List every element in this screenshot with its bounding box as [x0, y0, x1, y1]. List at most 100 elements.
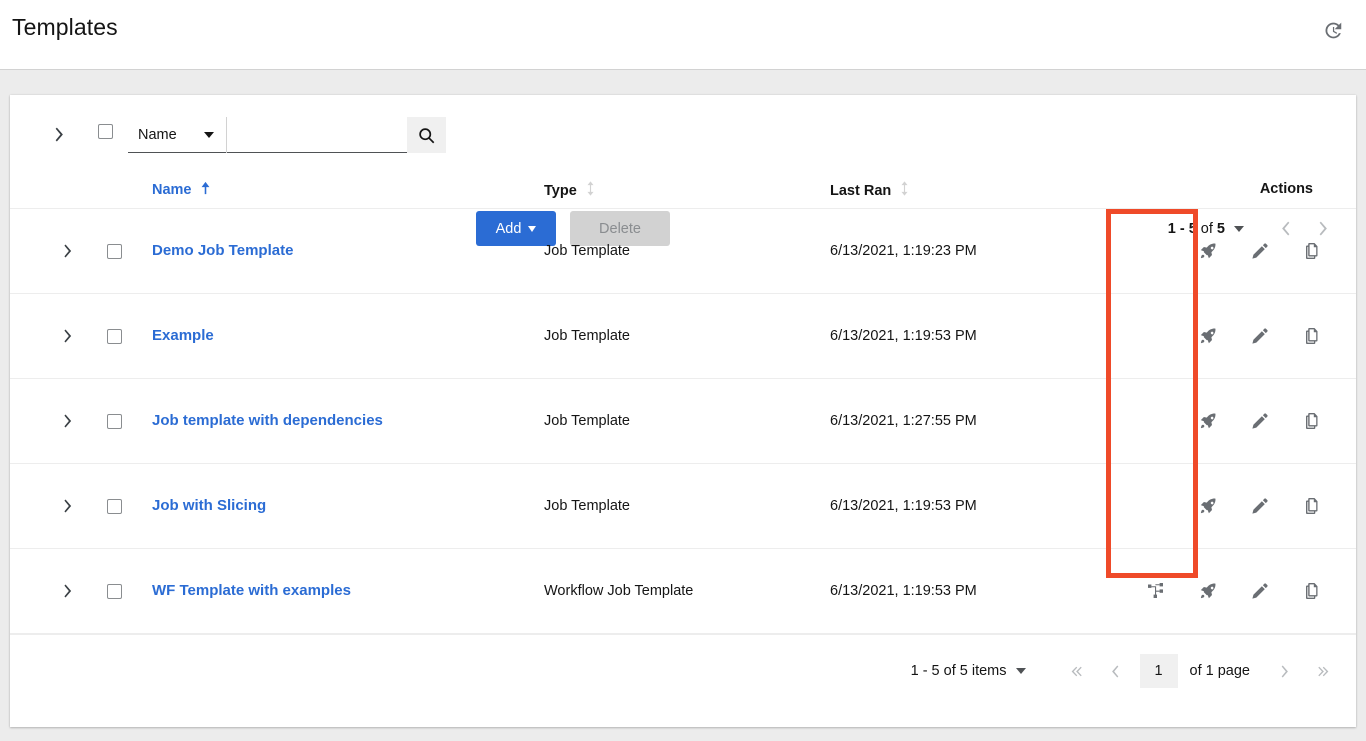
- row-actions: [1182, 490, 1338, 522]
- angle-double-right-icon: [1317, 665, 1330, 678]
- filter-type-select[interactable]: Name: [128, 117, 226, 153]
- pencil-icon: [1252, 498, 1268, 514]
- sort-both-icon: [900, 181, 909, 200]
- column-header-last-ran-label: Last Ran: [830, 183, 891, 199]
- row-select-checkbox[interactable]: [107, 329, 122, 344]
- template-type: Job Template: [544, 498, 630, 514]
- template-last-ran: 6/13/2021, 1:19:23 PM: [830, 243, 977, 259]
- column-header-actions: Actions: [1260, 181, 1313, 197]
- search-input[interactable]: [227, 117, 407, 153]
- workflow-visualizer-button[interactable]: [1130, 575, 1182, 607]
- search-icon: [418, 127, 435, 144]
- edit-template-button[interactable]: [1234, 490, 1286, 522]
- copy-icon: [1304, 413, 1320, 429]
- bottom-pagination-prev-button[interactable]: [1096, 654, 1134, 688]
- bottom-pagination: 1 - 5 of 5 items of 1 page: [10, 634, 1356, 707]
- launch-template-button[interactable]: [1182, 235, 1234, 267]
- rocket-icon: [1200, 498, 1216, 514]
- expand-all-icon[interactable]: [40, 115, 78, 153]
- edit-template-button[interactable]: [1234, 575, 1286, 607]
- table-row: Job template with dependencies Job Templ…: [10, 379, 1356, 464]
- row-expand-toggle[interactable]: [56, 409, 80, 433]
- template-type: Job Template: [544, 328, 630, 344]
- copy-icon: [1304, 243, 1320, 259]
- angle-double-left-icon: [1070, 665, 1083, 678]
- column-header-actions-label: Actions: [1260, 181, 1313, 197]
- bottom-pagination-last-button[interactable]: [1304, 654, 1342, 688]
- copy-template-button[interactable]: [1286, 235, 1338, 267]
- chevron-right-icon: [62, 499, 74, 513]
- row-actions: [1182, 405, 1338, 437]
- edit-template-button[interactable]: [1234, 235, 1286, 267]
- copy-template-button[interactable]: [1286, 320, 1338, 352]
- template-last-ran: 6/13/2021, 1:19:53 PM: [830, 583, 977, 599]
- angle-left-icon: [1110, 665, 1120, 678]
- table-row: Example Job Template 6/13/2021, 1:19:53 …: [10, 294, 1356, 379]
- filter-type-label: Name: [138, 127, 177, 143]
- copy-template-button[interactable]: [1286, 490, 1338, 522]
- row-actions: [1182, 235, 1338, 267]
- row-expand-toggle[interactable]: [56, 324, 80, 348]
- template-name-link[interactable]: WF Template with examples: [152, 582, 351, 599]
- row-actions: [1130, 575, 1338, 607]
- copy-icon: [1304, 583, 1320, 599]
- bottom-pagination-items-label: 1 - 5 of 5 items: [911, 663, 1007, 679]
- bottom-pagination-first-button[interactable]: [1058, 654, 1096, 688]
- filter-group: Name: [128, 117, 446, 153]
- pencil-icon: [1252, 413, 1268, 429]
- angle-right-icon: [1280, 665, 1290, 678]
- column-header-last-ran[interactable]: Last Ran: [830, 181, 909, 200]
- column-header-type-label: Type: [544, 183, 577, 199]
- edit-template-button[interactable]: [1234, 405, 1286, 437]
- template-name-link[interactable]: Example: [152, 327, 214, 344]
- row-select-checkbox[interactable]: [107, 584, 122, 599]
- column-header-name-label: Name: [152, 182, 192, 198]
- template-name-link[interactable]: Job with Slicing: [152, 497, 266, 514]
- templates-card: Name Add Delete 1 - 5 of 5: [10, 95, 1356, 727]
- column-header-type[interactable]: Type: [544, 181, 595, 200]
- launch-template-button[interactable]: [1182, 320, 1234, 352]
- bottom-pagination-total-pages: of 1 page: [1190, 663, 1250, 679]
- rocket-icon: [1200, 413, 1216, 429]
- column-header-name[interactable]: Name: [152, 181, 210, 199]
- row-expand-toggle[interactable]: [56, 239, 80, 263]
- copy-template-button[interactable]: [1286, 575, 1338, 607]
- chevron-right-icon: [62, 329, 74, 343]
- launch-template-button[interactable]: [1182, 405, 1234, 437]
- history-icon[interactable]: [1316, 14, 1348, 46]
- launch-template-button[interactable]: [1182, 490, 1234, 522]
- template-type: Job Template: [544, 243, 630, 259]
- row-select-checkbox[interactable]: [107, 244, 122, 259]
- bottom-pagination-page-input[interactable]: [1140, 654, 1178, 688]
- select-all-checkbox[interactable]: [98, 124, 113, 139]
- list-toolbar: Name Add Delete 1 - 5 of 5: [10, 95, 1356, 171]
- copy-template-button[interactable]: [1286, 405, 1338, 437]
- copy-icon: [1304, 328, 1320, 344]
- sort-both-icon: [586, 181, 595, 200]
- bottom-pagination-next-button[interactable]: [1266, 654, 1304, 688]
- rocket-icon: [1200, 583, 1216, 599]
- template-name-link[interactable]: Job template with dependencies: [152, 412, 383, 429]
- row-select-checkbox[interactable]: [107, 499, 122, 514]
- copy-icon: [1304, 498, 1320, 514]
- table-row: WF Template with examples Workflow Job T…: [10, 549, 1356, 634]
- chevron-right-icon: [62, 244, 74, 258]
- page-title: Templates: [12, 14, 118, 41]
- launch-template-button[interactable]: [1182, 575, 1234, 607]
- template-last-ran: 6/13/2021, 1:27:55 PM: [830, 413, 977, 429]
- row-expand-toggle[interactable]: [56, 579, 80, 603]
- search-button[interactable]: [407, 117, 446, 153]
- row-select-checkbox[interactable]: [107, 414, 122, 429]
- template-type: Job Template: [544, 413, 630, 429]
- rocket-icon: [1200, 243, 1216, 259]
- workflow-visualizer-icon: [1148, 583, 1164, 599]
- chevron-right-icon: [53, 127, 66, 142]
- bottom-pagination-options-toggle[interactable]: [1016, 668, 1026, 674]
- row-expand-toggle[interactable]: [56, 494, 80, 518]
- history-icon-glyph: [1322, 20, 1343, 41]
- pencil-icon: [1252, 243, 1268, 259]
- edit-template-button[interactable]: [1234, 320, 1286, 352]
- table-row: Demo Job Template Job Template 6/13/2021…: [10, 209, 1356, 294]
- pencil-icon: [1252, 583, 1268, 599]
- template-name-link[interactable]: Demo Job Template: [152, 242, 293, 259]
